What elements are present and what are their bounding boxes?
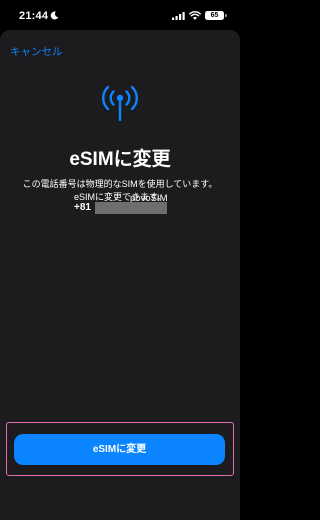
battery-level: 65 (210, 12, 219, 19)
antenna-icon (102, 85, 138, 121)
battery-nub (225, 14, 227, 17)
battery-icon: 65 (205, 11, 224, 20)
page-title: eSIMに変更 (69, 149, 171, 170)
moon-icon (50, 11, 59, 20)
phone-prefix: +81 (74, 202, 91, 213)
wifi-icon (189, 11, 201, 20)
convert-to-esim-button[interactable]: eSIMに変更 (14, 434, 225, 465)
description: この電話番号は物理的なSIMを使用しています。 eSIMに変更できます。 (10, 178, 230, 204)
cancel-button[interactable]: キャンセル (10, 44, 63, 59)
status-time: 21:44 (19, 10, 49, 22)
esim-sheet: キャンセル eSIMに変更 この電話番号は物理的なSIMを使用しています。 eS… (0, 30, 240, 520)
description-line-1: この電話番号は物理的なSIMを使用しています。 (22, 179, 218, 189)
status-bar: 21:44 65 (0, 0, 240, 30)
signal-icon (172, 12, 185, 20)
phone-number-redacted (95, 202, 167, 214)
